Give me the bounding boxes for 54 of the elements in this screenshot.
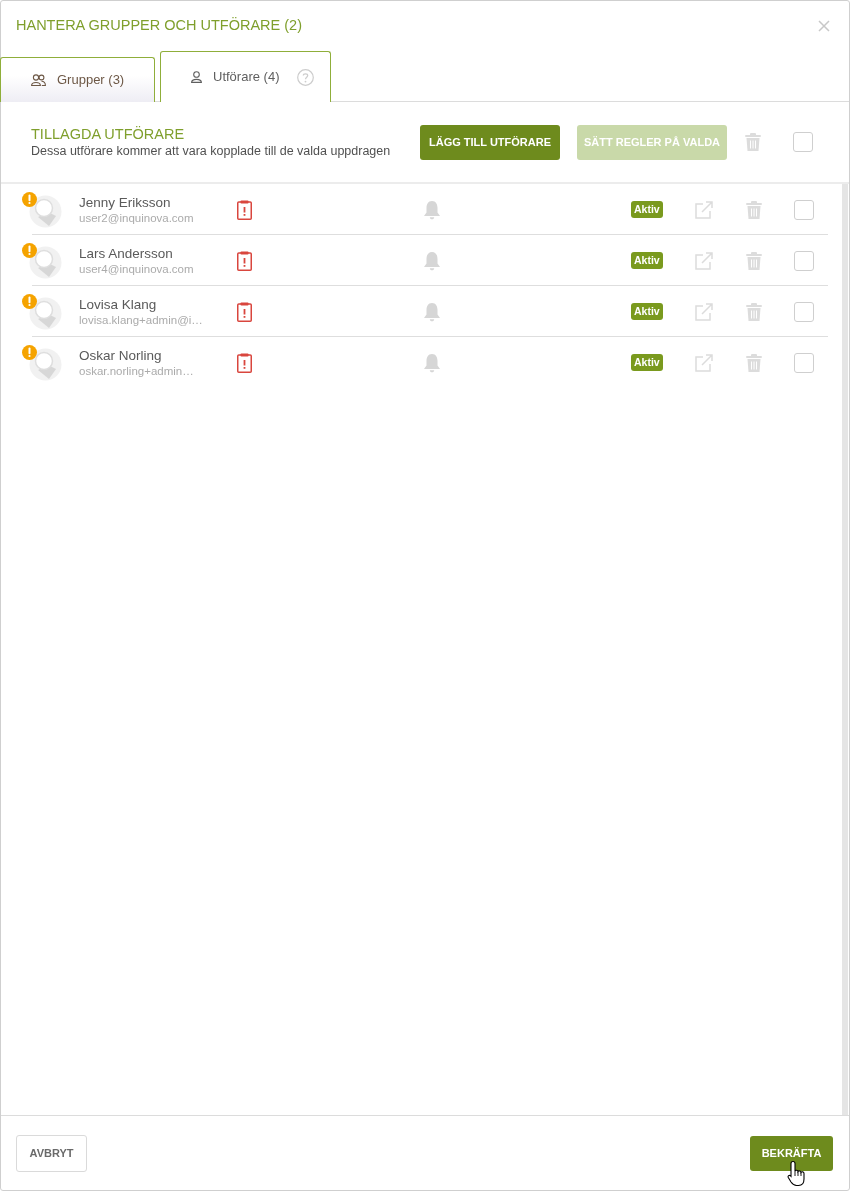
performer-name: Lars Andersson xyxy=(79,244,174,262)
tab-label: Grupper (3) xyxy=(57,71,125,90)
status-badge: Aktiv xyxy=(631,303,663,320)
performer-email: oskar.norling+admin… xyxy=(79,363,195,379)
performer-name: Jenny Eriksson xyxy=(79,193,172,211)
trash-icon[interactable] xyxy=(746,200,762,219)
performer-name: Oskar Norling xyxy=(79,346,163,364)
close-icon[interactable] xyxy=(818,20,830,32)
bell-icon[interactable] xyxy=(423,301,441,322)
confirm-button[interactable]: BEKRÄFTA xyxy=(750,1135,833,1171)
avatar-icon xyxy=(29,245,62,279)
clipboard-alert-icon[interactable] xyxy=(237,250,252,271)
external-link-icon[interactable] xyxy=(695,200,713,219)
bell-icon[interactable] xyxy=(423,199,441,220)
trash-icon[interactable] xyxy=(746,302,762,321)
external-link-icon[interactable] xyxy=(695,302,713,321)
avatar-icon xyxy=(29,194,62,228)
bell-icon[interactable] xyxy=(423,352,441,373)
add-performer-button[interactable]: LÄGG TILL UTFÖRARE xyxy=(420,124,560,160)
trash-icon[interactable] xyxy=(745,133,761,151)
cancel-button[interactable]: AVBRYT xyxy=(16,1134,87,1172)
user-icon xyxy=(191,71,202,83)
group-icon xyxy=(31,74,46,86)
section-description: Dessa utförare kommer att vara kopplade till de valda uppdragen xyxy=(31,142,392,160)
avatar-icon xyxy=(29,347,62,381)
trash-icon[interactable] xyxy=(746,251,762,270)
row-checkbox[interactable] xyxy=(794,250,814,271)
section-title: TILLAGDA UTFÖRARE xyxy=(31,124,186,143)
clipboard-alert-icon[interactable] xyxy=(237,352,252,373)
bell-icon[interactable] xyxy=(423,250,441,271)
row-checkbox[interactable] xyxy=(794,301,814,322)
hand-cursor-icon xyxy=(787,1160,807,1187)
performer-email: lovisa.klang+admin@i… xyxy=(79,312,204,328)
performer-name: Lovisa Klang xyxy=(79,295,158,313)
scrollbar[interactable] xyxy=(842,184,848,1115)
external-link-icon[interactable] xyxy=(695,353,713,372)
performer-email: user4@inquinova.com xyxy=(79,261,195,277)
row-checkbox[interactable] xyxy=(794,199,814,220)
avatar-icon xyxy=(29,296,62,330)
tab-label: Utförare (4) xyxy=(213,68,280,87)
help-icon[interactable] xyxy=(297,68,314,86)
performer-email: user2@inquinova.com xyxy=(79,210,195,226)
clipboard-alert-icon[interactable] xyxy=(237,301,252,322)
external-link-icon[interactable] xyxy=(695,251,713,270)
status-badge: Aktiv xyxy=(631,354,663,371)
trash-icon[interactable] xyxy=(746,353,762,372)
status-badge: Aktiv xyxy=(631,252,663,269)
select-all-checkbox[interactable] xyxy=(793,132,813,152)
dialog-title: HANTERA GRUPPER OCH UTFÖRARE (2) xyxy=(16,17,302,35)
status-badge: Aktiv xyxy=(631,201,663,218)
tab[interactable]: Utförare (4) xyxy=(160,51,331,102)
clipboard-alert-icon[interactable] xyxy=(237,199,252,220)
row-checkbox[interactable] xyxy=(794,352,814,373)
tab[interactable]: Grupper (3) xyxy=(0,57,155,102)
